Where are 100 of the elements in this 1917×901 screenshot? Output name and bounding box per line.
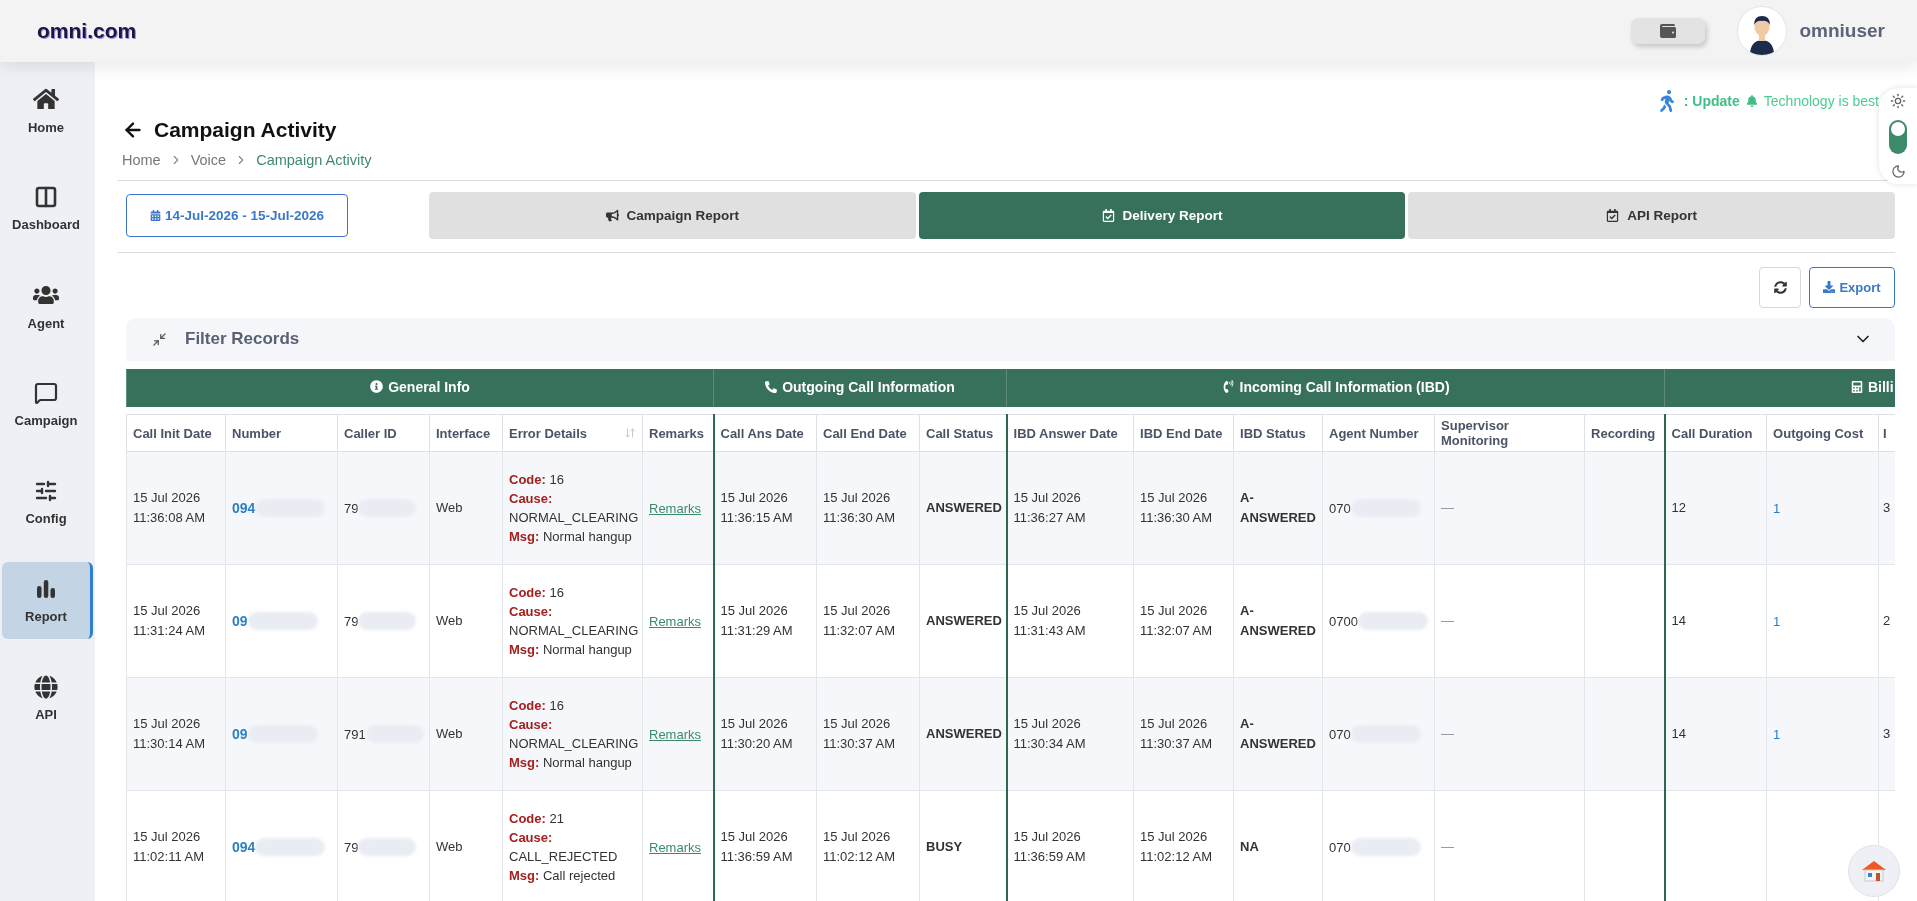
column-header[interactable]: Remarks xyxy=(642,414,714,452)
remarks-link[interactable]: Remarks xyxy=(649,500,701,516)
column-header[interactable]: Agent Number xyxy=(1322,414,1435,452)
sidebar-item[interactable]: Campaign xyxy=(2,366,93,443)
column-title: Remarks xyxy=(649,425,704,441)
cell-text: 15 Jul 2026 11:30:37 AM xyxy=(823,716,896,752)
cell-text: 15 Jul 2026 11:36:27 AM xyxy=(1013,490,1086,526)
column-header[interactable]: Number xyxy=(225,414,338,452)
group-title: Billi xyxy=(1867,379,1894,396)
sort-icon xyxy=(624,427,636,440)
sidebar-item[interactable]: Report xyxy=(2,562,93,639)
refresh-icon xyxy=(1773,280,1787,294)
cost-link[interactable]: 1 xyxy=(1773,500,1781,516)
sidebar-label: API xyxy=(35,707,57,722)
cell-text: 3 xyxy=(1883,726,1891,742)
notice-label: : Update xyxy=(1683,92,1740,109)
refresh-button[interactable] xyxy=(1759,266,1801,308)
column-header[interactable]: Interface xyxy=(429,414,503,452)
column-title: IBD End Date xyxy=(1140,425,1223,441)
report-tab[interactable]: Campaign Report xyxy=(429,191,916,239)
wallet-button[interactable] xyxy=(1631,18,1706,44)
column-title: IBD Status xyxy=(1240,425,1306,441)
cell-text: 15 Jul 2026 11:30:14 AM xyxy=(133,716,206,752)
column-title: Caller ID xyxy=(344,425,397,441)
filter-title: Filter Records xyxy=(185,329,301,350)
cost-link[interactable]: 1 xyxy=(1773,726,1781,742)
cell-text: 15 Jul 2026 11:32:07 AM xyxy=(823,603,896,639)
remarks-link[interactable]: Remarks xyxy=(649,726,701,742)
date-range-button[interactable]: 14-Jul-2026 - 15-Jul-2026 xyxy=(126,193,348,237)
sidebar-item[interactable]: Dashboard xyxy=(2,170,93,247)
remarks-link[interactable]: Remarks xyxy=(649,613,701,629)
column-header[interactable]: IBD Status xyxy=(1233,414,1323,452)
breadcrumb-link[interactable]: Home xyxy=(122,151,161,168)
column-header[interactable]: Error Details xyxy=(502,414,643,452)
avatar[interactable] xyxy=(1737,6,1788,56)
number-text: 070 xyxy=(1329,726,1351,742)
remarks-link[interactable]: Remarks xyxy=(649,839,701,855)
number-text: 791 xyxy=(344,726,366,742)
cell-text: 15 Jul 2026 11:02:12 AM xyxy=(1140,829,1213,865)
cell-text: 15 Jul 2026 11:30:37 AM xyxy=(1140,716,1213,752)
error-detail-line: Msg: Call rejected xyxy=(509,867,617,886)
filter-bar[interactable]: Filter Records xyxy=(126,317,1895,361)
phone-number-link[interactable]: 094 xyxy=(232,500,256,517)
cell-text: A-ANSWERED xyxy=(1240,716,1316,752)
chat-icon xyxy=(34,381,58,405)
column-header[interactable]: Outgoing Cost xyxy=(1766,414,1879,452)
error-detail-line: Msg: Normal hangup xyxy=(509,528,633,547)
calendar-check-icon xyxy=(1101,208,1115,222)
cost-link[interactable]: 1 xyxy=(1773,613,1781,629)
column-title: Supervisor Monitoring xyxy=(1441,418,1510,449)
moon-icon xyxy=(1890,164,1906,179)
theme-toggle[interactable] xyxy=(1889,119,1907,154)
cell-text: ANSWERED xyxy=(926,500,1002,516)
info-icon xyxy=(370,380,384,394)
column-header[interactable]: Caller ID xyxy=(337,414,430,452)
megaphone-icon xyxy=(605,208,619,222)
house-icon xyxy=(1861,860,1887,882)
wallet-icon xyxy=(1660,23,1677,39)
cell-text: 14 xyxy=(1671,726,1687,742)
phone-number-link[interactable]: 09 xyxy=(232,726,248,743)
column-header[interactable]: Call Init Date xyxy=(126,414,226,452)
cell-text: — xyxy=(1441,613,1454,629)
cell-text: — xyxy=(1441,500,1454,516)
phone-number-link[interactable]: 09 xyxy=(232,613,248,630)
breadcrumb-link[interactable]: Campaign Activity xyxy=(256,151,372,168)
column-title: Call Status xyxy=(926,425,994,441)
sun-icon xyxy=(1890,93,1906,109)
phone-icon xyxy=(1221,380,1235,394)
error-detail-line: Cause: CALL_REJECTED xyxy=(509,829,619,867)
cell-text: 15 Jul 2026 11:30:34 AM xyxy=(1013,716,1086,752)
column-header[interactable]: Supervisor Monitoring xyxy=(1434,414,1585,452)
column-header[interactable]: Call Status xyxy=(919,414,1007,452)
sidebar-item[interactable]: Home xyxy=(2,72,93,149)
group-title: General Info xyxy=(388,378,470,395)
sidebar-item[interactable]: API xyxy=(2,660,93,737)
logo[interactable]: omni.com xyxy=(37,19,137,43)
sidebar-item[interactable]: Config xyxy=(2,464,93,541)
cell-text: 15 Jul 2026 11:31:29 AM xyxy=(720,603,793,639)
cell-text: 2 xyxy=(1883,613,1891,629)
column-header[interactable]: IBD End Date xyxy=(1133,414,1234,452)
breadcrumb-link[interactable]: Voice xyxy=(190,151,227,168)
column-title: Agent Number xyxy=(1329,425,1419,441)
cell-text: 15 Jul 2026 11:02:12 AM xyxy=(823,829,896,865)
home-icon xyxy=(33,86,59,112)
user-name[interactable]: omniuser xyxy=(1799,20,1885,42)
collapse-icon xyxy=(152,331,167,347)
phone-number-link[interactable]: 094 xyxy=(232,839,256,856)
report-tab[interactable]: API Report xyxy=(1408,191,1895,239)
columns-icon xyxy=(34,185,58,209)
export-button[interactable]: Export xyxy=(1809,266,1895,308)
cell-text: ANSWERED xyxy=(926,726,1002,742)
sidebar-item[interactable]: Agent xyxy=(2,268,93,345)
sidebar-label: Config xyxy=(25,511,67,526)
cell-text: BUSY xyxy=(926,839,963,855)
column-header[interactable]: I xyxy=(1878,414,1895,452)
number-text: 79 xyxy=(344,500,359,516)
cell-text: 3 xyxy=(1883,500,1891,516)
report-tab[interactable]: Delivery Report xyxy=(918,191,1406,239)
column-header[interactable]: Recording xyxy=(1584,414,1665,452)
column-header[interactable]: Call End Date xyxy=(816,414,920,452)
